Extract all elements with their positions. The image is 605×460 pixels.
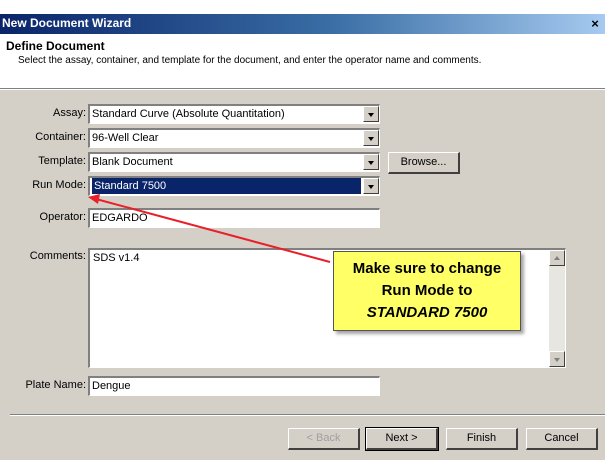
scroll-down-button[interactable] [549, 351, 565, 367]
container-select[interactable]: 96-Well Clear [88, 128, 380, 148]
browse-button[interactable]: Browse... [388, 152, 460, 174]
operator-input[interactable]: EDGARDO [88, 208, 380, 228]
chevron-down-icon [368, 161, 374, 165]
finish-button[interactable]: Finish [446, 428, 518, 450]
scroll-up-button[interactable] [549, 250, 565, 266]
comments-label: Comments: [29, 250, 86, 262]
header-divider [0, 88, 605, 90]
container-value: 96-Well Clear [92, 132, 159, 144]
footer-divider [10, 414, 605, 416]
assay-dropdown-button[interactable] [363, 106, 379, 122]
assay-value: Standard Curve (Absolute Quantitation) [92, 108, 285, 120]
next-button[interactable]: Next > [365, 427, 439, 451]
plate-name-input[interactable]: Dengue [88, 376, 380, 396]
arrow-up-icon [554, 256, 560, 260]
run-mode-select[interactable]: Standard 7500 [88, 176, 380, 196]
wizard-header: Define Document Select the assay, contai… [0, 34, 605, 88]
back-button[interactable]: < Back [288, 428, 360, 450]
cancel-button[interactable]: Cancel [526, 428, 598, 450]
annotation-callout: Make sure to change Run Mode to STANDARD… [333, 251, 521, 331]
callout-line-3: STANDARD 7500 [366, 304, 488, 321]
window-title: New Document Wizard [2, 16, 132, 30]
comments-value: SDS v1.4 [93, 252, 140, 264]
wizard-window: New Document Wizard × Define Document Se… [0, 14, 605, 460]
callout-line-1: Make sure to change [352, 260, 502, 277]
chevron-down-icon [368, 185, 374, 189]
container-dropdown-button[interactable] [363, 130, 379, 146]
template-label: Template: [38, 155, 86, 167]
run-mode-dropdown-button[interactable] [363, 178, 379, 194]
run-mode-value: Standard 7500 [92, 178, 361, 194]
chevron-down-icon [368, 137, 374, 141]
container-label: Container: [35, 131, 86, 143]
operator-label: Operator: [39, 211, 86, 223]
step-description: Select the assay, container, and templat… [18, 55, 482, 66]
chevron-down-icon [368, 113, 374, 117]
comments-scrollbar[interactable] [549, 250, 565, 367]
assay-select[interactable]: Standard Curve (Absolute Quantitation) [88, 104, 380, 124]
plate-name-label: Plate Name: [25, 379, 86, 391]
callout-line-2: Run Mode to [381, 282, 473, 299]
run-mode-label: Run Mode: [32, 179, 86, 191]
arrow-down-icon [554, 358, 560, 362]
title-bar[interactable]: New Document Wizard × [0, 14, 605, 34]
assay-label: Assay: [52, 107, 86, 119]
template-dropdown-button[interactable] [363, 154, 379, 170]
template-value: Blank Document [92, 156, 173, 168]
close-button[interactable]: × [588, 16, 602, 31]
template-select[interactable]: Blank Document [88, 152, 380, 172]
step-title: Define Document [6, 39, 105, 53]
